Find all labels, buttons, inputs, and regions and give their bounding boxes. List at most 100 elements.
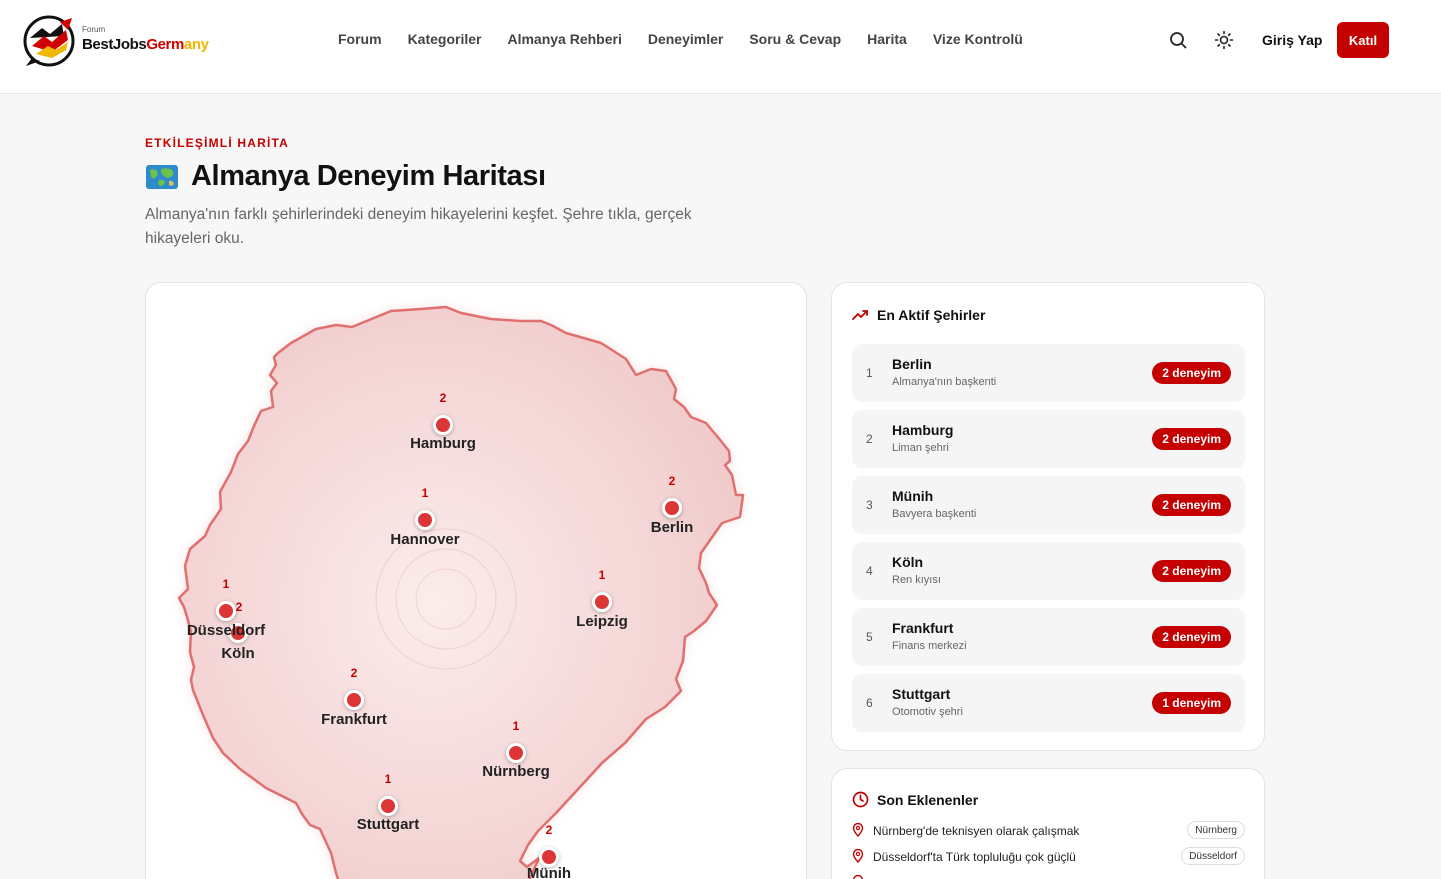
- rank-number: 5: [866, 630, 873, 644]
- active-city-item[interactable]: 1 Berlin Almanya'nın başkenti 2 deneyim: [852, 344, 1245, 402]
- nav-forum[interactable]: Forum: [338, 31, 382, 47]
- rank-city-name: Münih: [892, 488, 934, 504]
- city-marker-hamburg[interactable]: [433, 415, 453, 435]
- city-count-hamburg: 2: [439, 391, 447, 405]
- city-label-hannover[interactable]: Hannover: [390, 531, 459, 548]
- city-count-berlin: 2: [668, 474, 676, 488]
- experience-count-badge: 2 deneyim: [1152, 428, 1231, 450]
- join-button[interactable]: Katıl: [1337, 22, 1389, 58]
- nav-vize-kontrolu[interactable]: Vize Kontrolü: [933, 31, 1023, 47]
- experience-count-badge: 2 deneyim: [1152, 494, 1231, 516]
- city-count-koln: 2: [235, 600, 243, 614]
- rank-city-desc: Finans merkezi: [892, 640, 967, 652]
- city-count-stuttgart: 1: [384, 772, 392, 786]
- recent-header: Son Eklenenler: [852, 791, 978, 808]
- city-count-nurnberg: 1: [512, 719, 520, 733]
- city-label-stuttgart[interactable]: Stuttgart: [357, 816, 420, 833]
- active-city-item[interactable]: 3 Münih Bavyera başkenti 2 deneyim: [852, 476, 1245, 534]
- recent-item[interactable]: Düsseldorf'ta Türk topluluğu çok güçlü D…: [852, 847, 1245, 867]
- map-pin-icon: [852, 849, 864, 863]
- active-cities-title: En Aktif Şehirler: [877, 307, 986, 323]
- city-label-frankfurt[interactable]: Frankfurt: [321, 711, 387, 728]
- city-marker-nurnberg[interactable]: [506, 743, 526, 763]
- city-count-dusseldorf: 1: [222, 577, 230, 591]
- recent-card: Son Eklenenler Nürnberg'de teknisyen ola…: [831, 768, 1265, 879]
- city-marker-hannover[interactable]: [415, 510, 435, 530]
- login-link[interactable]: Giriş Yap: [1262, 32, 1322, 48]
- recent-title: Son Eklenenler: [877, 791, 979, 808]
- site-header: Forum BestJobsGermany Forum Kategoriler …: [0, 0, 1441, 94]
- city-label-munih[interactable]: Münih: [527, 865, 571, 879]
- clock-icon: [852, 791, 869, 808]
- page-title: Almanya Deneyim Haritası: [191, 160, 546, 192]
- city-label-dusseldorf[interactable]: Düsseldorf: [187, 622, 265, 639]
- active-cities-card: En Aktif Şehirler 1 Berlin Almanya'nın b…: [831, 282, 1265, 751]
- page-title-row: Almanya Deneyim Haritası: [145, 160, 546, 193]
- experience-count-badge: 2 deneyim: [1152, 362, 1231, 384]
- active-city-item[interactable]: 2 Hamburg Liman şehri 2 deneyim: [852, 410, 1245, 468]
- rank-city-name: Berlin: [892, 356, 932, 372]
- trending-up-icon: [852, 310, 868, 320]
- active-city-item[interactable]: 5 Frankfurt Finans merkezi 2 deneyim: [852, 608, 1245, 666]
- city-marker-leipzig[interactable]: [592, 592, 612, 612]
- germany-map-card: 2 Hamburg 1 Hannover 2 Berlin 1 2 Düssel…: [145, 282, 807, 879]
- search-icon[interactable]: [1168, 30, 1188, 50]
- city-label-hamburg[interactable]: Hamburg: [410, 435, 476, 452]
- city-label-berlin[interactable]: Berlin: [651, 519, 694, 536]
- city-count-hannover: 1: [421, 486, 429, 500]
- recent-city-tag: Nürnberg: [1187, 821, 1245, 839]
- experience-count-badge: 1 deneyim: [1152, 692, 1231, 714]
- city-count-munih: 2: [545, 823, 553, 837]
- city-label-koln[interactable]: Köln: [221, 645, 254, 662]
- nav-harita[interactable]: Harita: [867, 31, 907, 47]
- logo-mark-icon: [23, 15, 75, 67]
- experience-count-badge: 2 deneyim: [1152, 560, 1231, 582]
- city-label-nurnberg[interactable]: Nürnberg: [482, 763, 550, 780]
- germany-outline: [177, 305, 745, 879]
- rank-city-name: Stuttgart: [892, 686, 951, 702]
- nav-kategoriler[interactable]: Kategoriler: [408, 31, 482, 47]
- world-map-icon: [146, 164, 178, 189]
- rank-number: 2: [866, 432, 873, 446]
- recent-item-title: Düsseldorf'ta Türk topluluğu çok güçlü: [873, 850, 1076, 864]
- logo-subtitle: Forum: [82, 25, 106, 34]
- rank-number: 4: [866, 564, 873, 578]
- rank-city-name: Hamburg: [892, 422, 954, 438]
- nav-almanya-rehberi[interactable]: Almanya Rehberi: [507, 31, 621, 47]
- city-count-frankfurt: 2: [350, 666, 358, 680]
- city-marker-dusseldorf[interactable]: [216, 601, 236, 621]
- city-marker-stuttgart[interactable]: [378, 796, 398, 816]
- city-marker-frankfurt[interactable]: [344, 690, 364, 710]
- map-pin-icon: [852, 875, 864, 879]
- rank-number: 3: [866, 498, 873, 512]
- city-label-leipzig[interactable]: Leipzig: [576, 613, 628, 630]
- logo-text: BestJobsGermany: [82, 36, 209, 53]
- section-eyebrow: ETKİLEŞİMLİ HARİTA: [145, 136, 290, 150]
- germany-map: [177, 305, 745, 879]
- main-nav: Forum Kategoriler Almanya Rehberi Deneyi…: [338, 31, 1023, 47]
- experience-count-badge: 2 deneyim: [1152, 626, 1231, 648]
- logo-text-part1: BestJobs: [82, 36, 147, 53]
- city-marker-berlin[interactable]: [662, 498, 682, 518]
- recent-item-partial[interactable]: [852, 873, 1245, 879]
- recent-city-tag: Düsseldorf: [1181, 847, 1245, 865]
- nav-deneyimler[interactable]: Deneyimler: [648, 31, 723, 47]
- active-cities-header: En Aktif Şehirler: [852, 307, 985, 323]
- rank-city-desc: Ren kıyısı: [892, 574, 941, 586]
- recent-item[interactable]: Nürnberg'de teknisyen olarak çalışmak Nü…: [852, 821, 1245, 841]
- city-marker-munih[interactable]: [539, 847, 559, 867]
- recent-item-title: Nürnberg'de teknisyen olarak çalışmak: [873, 824, 1080, 838]
- site-logo[interactable]: Forum BestJobsGermany: [22, 14, 212, 68]
- rank-city-desc: Bavyera başkenti: [892, 508, 977, 520]
- rank-city-desc: Otomotiv şehri: [892, 706, 963, 718]
- map-pin-icon: [852, 823, 864, 837]
- nav-soru-cevap[interactable]: Soru & Cevap: [749, 31, 841, 47]
- active-city-item[interactable]: 6 Stuttgart Otomotiv şehri 1 deneyim: [852, 674, 1245, 732]
- active-city-item[interactable]: 4 Köln Ren kıyısı 2 deneyim: [852, 542, 1245, 600]
- rank-number: 6: [866, 696, 873, 710]
- city-count-leipzig: 1: [598, 568, 606, 582]
- rank-city-name: Köln: [892, 554, 924, 570]
- rank-number: 1: [866, 366, 873, 380]
- sun-icon[interactable]: [1214, 30, 1234, 50]
- rank-city-name: Frankfurt: [892, 620, 954, 636]
